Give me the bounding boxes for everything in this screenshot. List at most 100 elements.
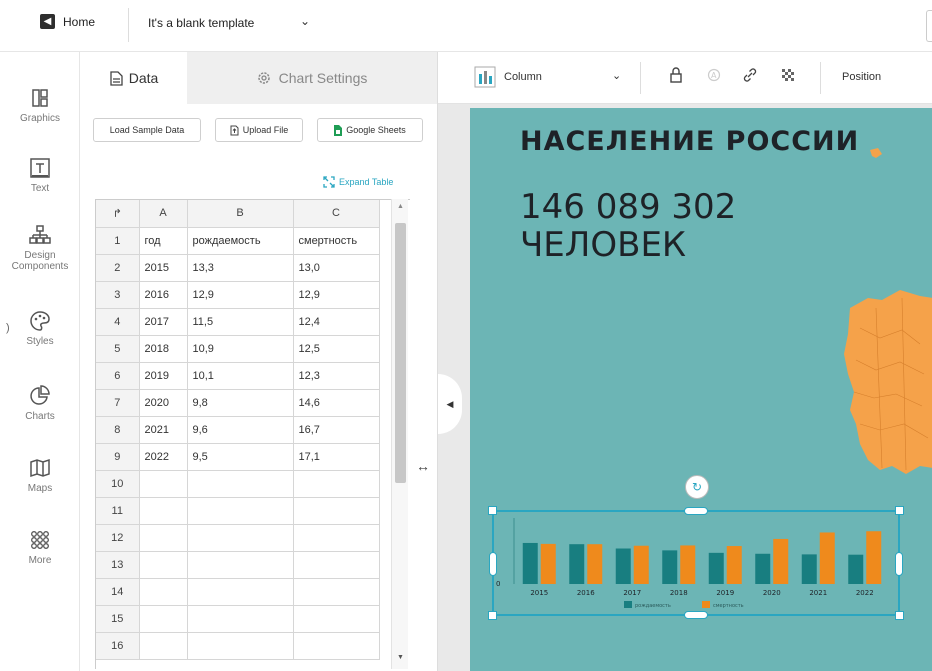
table-cell[interactable]: 2017 — [139, 308, 188, 336]
table-cell[interactable] — [293, 578, 380, 606]
row-number[interactable]: 2 — [96, 254, 140, 282]
table-cell[interactable]: 10,9 — [187, 335, 294, 363]
table-cell[interactable] — [139, 605, 188, 633]
resize-handle-top-left[interactable] — [488, 506, 497, 515]
row-number[interactable]: 13 — [96, 551, 140, 579]
population-text[interactable]: 146 089 302 ЧЕЛОВЕК — [520, 188, 736, 264]
table-cell[interactable]: 9,6 — [187, 416, 294, 444]
table-cell[interactable]: 2018 — [139, 335, 188, 363]
infographic-artboard[interactable]: НАСЕЛЕНИЕ РОССИИ 146 089 302 ЧЕЛОВЕК ↻ 0… — [470, 108, 932, 671]
table-cell[interactable] — [139, 524, 188, 552]
resize-handle-right[interactable] — [895, 552, 903, 576]
row-number[interactable]: 1 — [96, 227, 140, 255]
link-icon[interactable] — [740, 67, 760, 87]
table-cell[interactable]: 9,8 — [187, 389, 294, 417]
rail-item-charts[interactable]: Charts — [0, 385, 80, 422]
collapse-panel-button[interactable]: ◀ — [438, 374, 462, 434]
table-cell[interactable]: 2015 — [139, 254, 188, 282]
chevron-down-icon[interactable]: ⌄ — [612, 69, 621, 82]
resize-handle-top-right[interactable] — [895, 506, 904, 515]
table-cell[interactable]: 17,1 — [293, 443, 380, 471]
table-cell[interactable] — [293, 470, 380, 498]
table-cell[interactable]: 14,6 — [293, 389, 380, 417]
row-number[interactable]: 5 — [96, 335, 140, 363]
row-number[interactable]: 4 — [96, 308, 140, 336]
table-cell[interactable]: 16,7 — [293, 416, 380, 444]
table-cell[interactable]: 12,5 — [293, 335, 380, 363]
chevron-down-icon[interactable]: ⌄ — [300, 14, 310, 28]
table-cell[interactable] — [293, 497, 380, 525]
table-cell[interactable]: год — [139, 227, 188, 255]
table-cell[interactable] — [293, 551, 380, 579]
table-cell[interactable]: рождаемость — [187, 227, 294, 255]
table-cell[interactable]: 2020 — [139, 389, 188, 417]
row-number[interactable]: 9 — [96, 443, 140, 471]
table-cell[interactable] — [187, 578, 294, 606]
rail-collapse-icon[interactable]: ) — [6, 322, 10, 334]
load-sample-data-button[interactable]: Load Sample Data — [93, 118, 201, 142]
table-cell[interactable]: 10,1 — [187, 362, 294, 390]
table-cell[interactable]: 13,0 — [293, 254, 380, 282]
table-cell[interactable]: 12,9 — [293, 281, 380, 309]
resize-handle-bottom-left[interactable] — [488, 611, 497, 620]
upload-file-button[interactable]: Upload File — [215, 118, 303, 142]
rail-item-text[interactable]: Text — [0, 157, 80, 194]
table-cell[interactable] — [187, 551, 294, 579]
table-cell[interactable] — [139, 632, 188, 660]
table-cell[interactable]: 12,9 — [187, 281, 294, 309]
row-number[interactable]: 11 — [96, 497, 140, 525]
scroll-down-icon[interactable]: ▼ — [397, 654, 404, 661]
headline-text[interactable]: НАСЕЛЕНИЕ РОССИИ — [520, 126, 859, 157]
russia-map[interactable] — [810, 148, 932, 488]
scroll-up-icon[interactable]: ▲ — [397, 203, 404, 210]
animation-icon[interactable]: A — [704, 67, 724, 87]
scroll-thumb[interactable] — [395, 223, 406, 483]
table-cell[interactable] — [139, 578, 188, 606]
table-cell[interactable] — [187, 470, 294, 498]
table-cell[interactable]: 12,3 — [293, 362, 380, 390]
table-scrollbar[interactable]: ▲ ▼ — [391, 199, 408, 669]
table-cell[interactable] — [293, 524, 380, 552]
table-cell[interactable] — [139, 470, 188, 498]
table-cell[interactable]: смертность — [293, 227, 380, 255]
table-cell[interactable]: 2022 — [139, 443, 188, 471]
row-number[interactable]: 10 — [96, 470, 140, 498]
transparency-icon[interactable] — [778, 67, 798, 87]
google-sheets-button[interactable]: Google Sheets — [317, 118, 423, 142]
rail-item-design-components[interactable]: Design Components — [0, 224, 80, 272]
column-chart[interactable]: 0 2015 2016 2017 2018 2019 2020 2021 2022 рождаем… — [494, 512, 898, 614]
row-number[interactable]: 12 — [96, 524, 140, 552]
rotate-handle-icon[interactable]: ↻ — [685, 475, 709, 499]
chart-selection-frame[interactable]: 0 2015 2016 2017 2018 2019 2020 2021 2022 рождаем… — [488, 506, 904, 620]
table-cell[interactable]: 9,5 — [187, 443, 294, 471]
rail-item-graphics[interactable]: Graphics — [0, 87, 80, 124]
resize-handle-left[interactable] — [489, 552, 497, 576]
row-number[interactable]: 7 — [96, 389, 140, 417]
table-cell[interactable] — [187, 497, 294, 525]
resize-handle-bottom[interactable] — [684, 611, 708, 619]
row-number[interactable]: 8 — [96, 416, 140, 444]
table-cell[interactable] — [187, 524, 294, 552]
table-cell[interactable] — [293, 632, 380, 660]
row-number[interactable]: 15 — [96, 605, 140, 633]
row-number[interactable]: 14 — [96, 578, 140, 606]
transpose-icon[interactable]: ↱ — [96, 200, 140, 228]
table-cell[interactable]: 2016 — [139, 281, 188, 309]
table-cell[interactable] — [293, 605, 380, 633]
resize-handle-top[interactable] — [684, 507, 708, 515]
row-number[interactable]: 3 — [96, 281, 140, 309]
table-cell[interactable] — [187, 632, 294, 660]
table-cell[interactable]: 13,3 — [187, 254, 294, 282]
table-cell[interactable]: 12,4 — [293, 308, 380, 336]
table-cell[interactable]: 11,5 — [187, 308, 294, 336]
row-number[interactable]: 6 — [96, 362, 140, 390]
row-number[interactable]: 16 — [96, 632, 140, 660]
rail-item-styles[interactable]: Styles — [0, 310, 80, 347]
column-header-c[interactable]: C — [293, 200, 380, 228]
chart-type-select[interactable]: Column — [474, 66, 542, 88]
tab-chart-settings[interactable]: Chart Settings — [187, 52, 437, 104]
template-name[interactable]: It's a blank template — [148, 16, 254, 30]
table-cell[interactable] — [139, 497, 188, 525]
tab-data[interactable]: Data — [81, 52, 187, 104]
rail-item-more[interactable]: More — [0, 529, 80, 566]
